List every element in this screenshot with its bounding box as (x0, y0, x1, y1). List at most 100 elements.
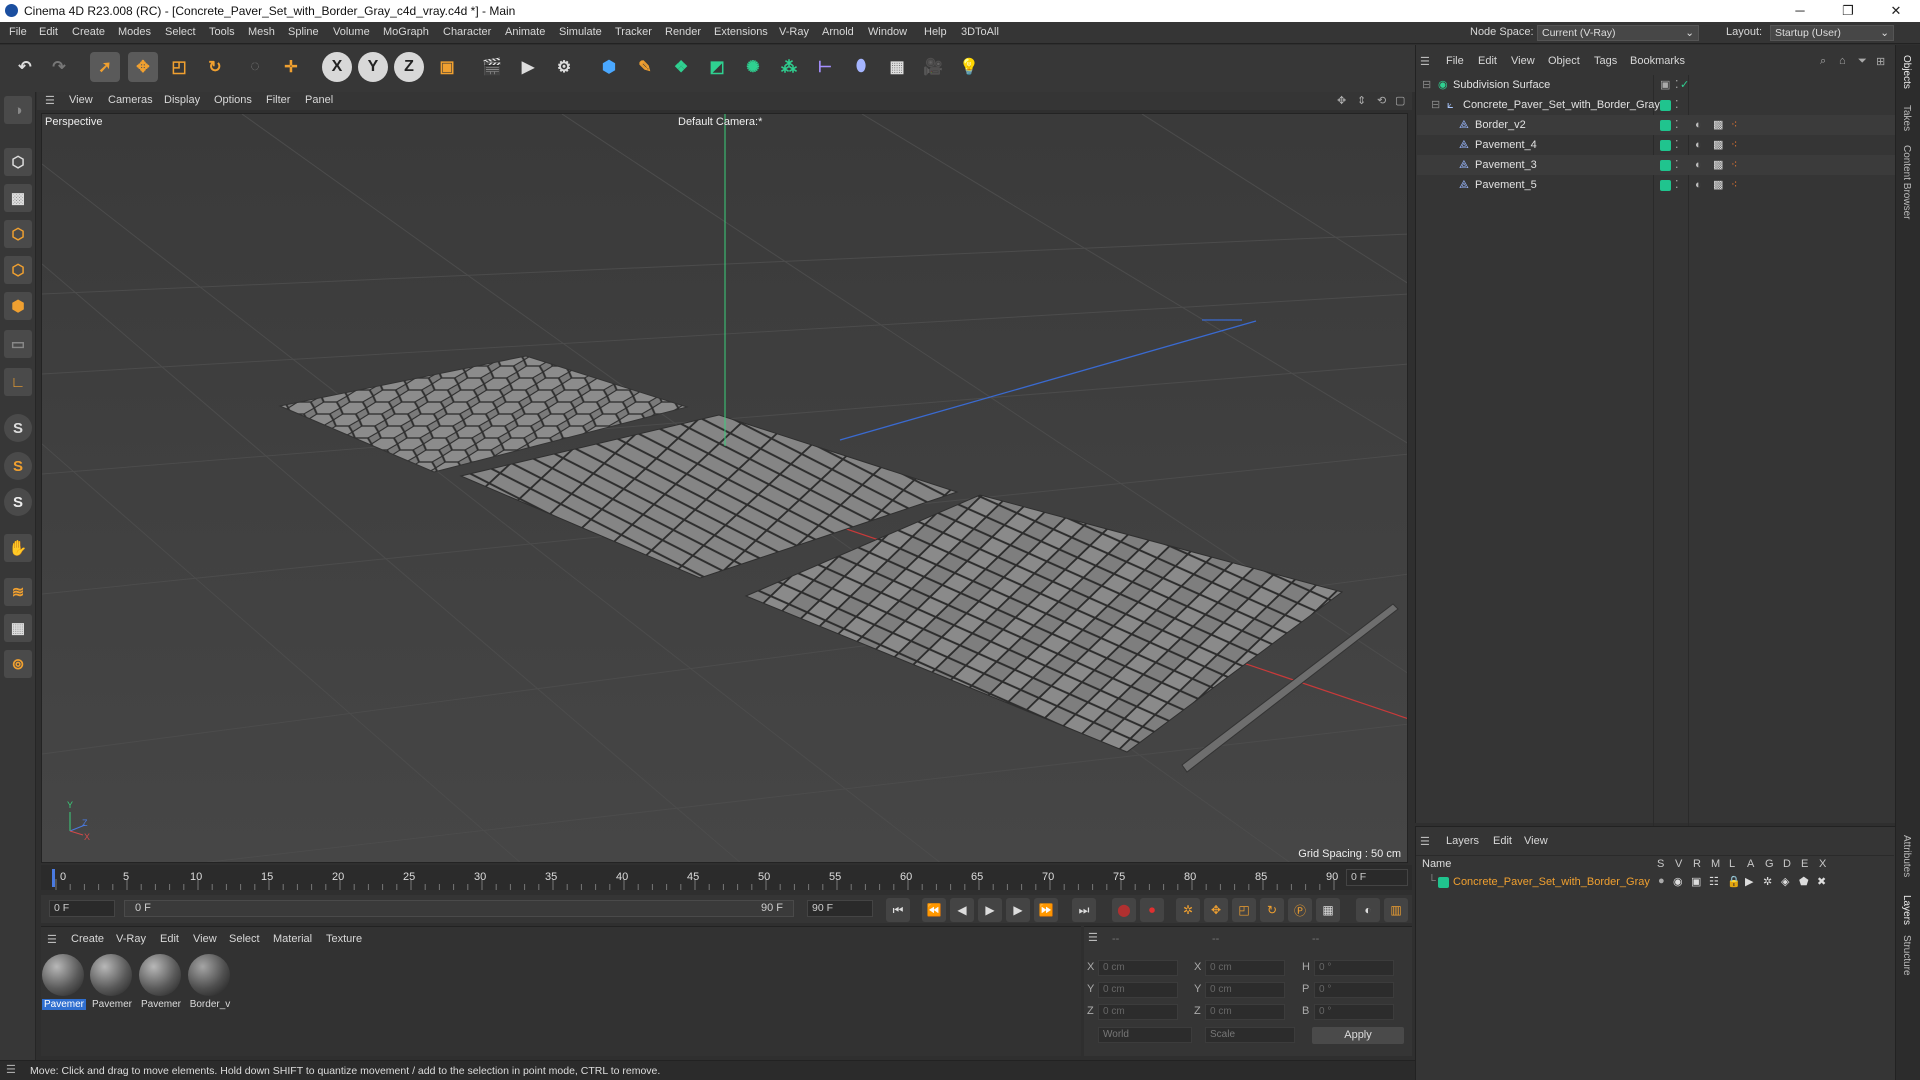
mat-menu-view[interactable]: View (193, 933, 217, 945)
start-frame-field[interactable]: 0 F (49, 900, 115, 917)
viewport-menu-filter[interactable]: Filter (266, 94, 290, 106)
transform-tool-icon[interactable]: ✛ (276, 52, 306, 82)
live-selection-icon[interactable]: ◌ (240, 52, 270, 82)
end-frame-field[interactable]: 90 F (807, 900, 873, 917)
visibility-dots-icon[interactable]: ⁚ (1675, 95, 1679, 115)
obj-menu-view[interactable]: View (1511, 55, 1535, 67)
menu-spline[interactable]: Spline (288, 26, 319, 38)
goto-end-icon[interactable]: ⏭ (1072, 898, 1096, 922)
texture-mode-icon[interactable]: ▩ (4, 184, 32, 212)
key-param-icon[interactable]: Ⓟ (1288, 898, 1312, 922)
size-mode-select[interactable]: Scale (1205, 1027, 1295, 1043)
pen-spline-icon[interactable]: ✎ (630, 52, 660, 82)
vray-tag-icon[interactable]: ⁖ (1731, 135, 1737, 155)
deformers-icon[interactable]: ◈ (1781, 875, 1789, 888)
lock-icon[interactable]: 🔒 (1727, 875, 1741, 888)
visible-eye-icon[interactable]: ◉ (1673, 875, 1683, 888)
viewport-menu-display[interactable]: Display (164, 94, 200, 106)
key-pla-icon[interactable]: ▦ (1316, 898, 1340, 922)
prev-frame-icon[interactable]: ◀ (950, 898, 974, 922)
viewport-zoom-icon[interactable]: ⇕ (1357, 94, 1366, 107)
mat-menu-texture[interactable]: Texture (326, 933, 362, 945)
obj-menu-bookmarks[interactable]: Bookmarks (1630, 55, 1685, 67)
perspective-viewport[interactable]: Perspective Default Camera:* Grid Spacin… (41, 113, 1408, 863)
next-key-icon[interactable]: ⏩ (1034, 898, 1058, 922)
layer-color-icon[interactable] (1660, 115, 1671, 135)
layer-color-icon[interactable] (1660, 155, 1671, 175)
apply-button[interactable]: Apply (1312, 1027, 1404, 1044)
render-view-icon[interactable]: ▶ (513, 52, 543, 82)
render-region-icon[interactable]: 🎬 (477, 52, 507, 82)
tab-takes[interactable]: Takes (1901, 105, 1912, 131)
obj-menu-file[interactable]: File (1446, 55, 1464, 67)
key-scale-icon[interactable]: ◰ (1232, 898, 1256, 922)
floor-icon[interactable]: ▦ (882, 52, 912, 82)
frame-range-slider[interactable]: 0 F 90 F (124, 900, 794, 917)
play-icon[interactable]: ▶ (978, 898, 1002, 922)
material-swatch[interactable]: Border_v (188, 954, 232, 1014)
minimize-button[interactable]: ─ (1785, 2, 1815, 20)
layer-menu-layers[interactable]: Layers (1446, 835, 1479, 847)
viewport-menu-panel[interactable]: Panel (305, 94, 333, 106)
xref-icon[interactable]: ✖ (1817, 875, 1826, 888)
axis-z-lock-icon[interactable]: Z (394, 52, 424, 82)
key-rotation-icon[interactable]: ↻ (1260, 898, 1284, 922)
layer-color-icon[interactable] (1438, 876, 1449, 888)
filter-icon[interactable]: ⏷ (1858, 55, 1867, 68)
visibility-dots-icon[interactable]: ⁚ (1675, 175, 1679, 195)
edit-check-icon[interactable]: ▣ (1660, 75, 1670, 95)
menu-character[interactable]: Character (443, 26, 491, 38)
menu-simulate[interactable]: Simulate (559, 26, 602, 38)
maximize-button[interactable]: ❐ (1833, 2, 1863, 20)
record-icon[interactable]: ⏺ (1140, 898, 1164, 922)
axis-x-lock-icon[interactable]: X (322, 52, 352, 82)
next-frame-icon[interactable]: ▶ (1006, 898, 1030, 922)
make-editable-icon[interactable]: ◑ (4, 96, 32, 124)
solo-icon[interactable]: ● (1658, 875, 1665, 887)
vray-tag-icon[interactable]: ⁖ (1731, 155, 1737, 175)
mat-menu-edit[interactable]: Edit (160, 933, 179, 945)
hamburger-icon[interactable]: ☰ (6, 1063, 16, 1076)
workplane-icon[interactable]: ≋ (4, 578, 32, 606)
hamburger-icon[interactable]: ☰ (1088, 931, 1098, 944)
hamburger-icon[interactable]: ☰ (47, 933, 57, 946)
obj-menu-object[interactable]: Object (1548, 55, 1580, 67)
menu-render[interactable]: Render (665, 26, 701, 38)
layer-color-icon[interactable] (1660, 135, 1671, 155)
camera-icon[interactable]: 🎥 (918, 52, 948, 82)
menu-vray[interactable]: V-Ray (779, 26, 809, 38)
obj-menu-tags[interactable]: Tags (1594, 55, 1617, 67)
material-swatch[interactable]: Pavemer (139, 954, 183, 1014)
key-position-icon[interactable]: ✥ (1204, 898, 1228, 922)
position-y-field[interactable]: 0 cm (1098, 982, 1178, 998)
layer-menu-view[interactable]: View (1524, 835, 1548, 847)
object-row[interactable]: ⟁ Border_v2 ⁚ ◐ ▩ ⁖ (1417, 115, 1895, 135)
mat-menu-create[interactable]: Create (71, 933, 104, 945)
layout-select[interactable]: Startup (User) ⌄ (1770, 25, 1894, 41)
texture-tag-icon[interactable]: ▩ (1713, 155, 1723, 175)
vray-tag-icon[interactable]: ⁖ (1731, 175, 1737, 195)
hamburger-icon[interactable]: ☰ (1420, 835, 1430, 848)
workplane-snap-icon[interactable]: S (4, 488, 32, 516)
visibility-dots-icon[interactable]: ⁚ (1675, 135, 1679, 155)
tab-content-browser[interactable]: Content Browser (1901, 145, 1912, 219)
rotation-b-field[interactable]: 0 ° (1314, 1004, 1394, 1020)
menu-modes[interactable]: Modes (118, 26, 151, 38)
menu-3dtoall[interactable]: 3DToAll (961, 26, 999, 38)
viewport-maximize-icon[interactable]: ▢ (1395, 94, 1405, 107)
prev-key-icon[interactable]: ⏪ (922, 898, 946, 922)
hamburger-icon[interactable]: ☰ (1420, 55, 1430, 68)
timeline-ruler[interactable]: 0 5 10 15 20 25 30 35 40 45 50 55 60 65 … (41, 865, 1412, 890)
material-swatch[interactable]: Pavemer (90, 954, 134, 1014)
obj-menu-edit[interactable]: Edit (1478, 55, 1497, 67)
mat-menu-select[interactable]: Select (229, 933, 260, 945)
menu-help[interactable]: Help (924, 26, 947, 38)
close-button[interactable]: ✕ (1881, 2, 1911, 20)
scale-tool-icon[interactable]: ◰ (164, 52, 194, 82)
viewport-pan-icon[interactable]: ✥ (1337, 94, 1346, 107)
undo-icon[interactable]: ↶ (10, 52, 40, 82)
edges-mode-icon[interactable]: ⬡ (4, 256, 32, 284)
soft-selection-icon[interactable]: S (4, 452, 32, 480)
render-icon[interactable]: ▣ (1691, 875, 1701, 888)
menu-volume[interactable]: Volume (333, 26, 370, 38)
